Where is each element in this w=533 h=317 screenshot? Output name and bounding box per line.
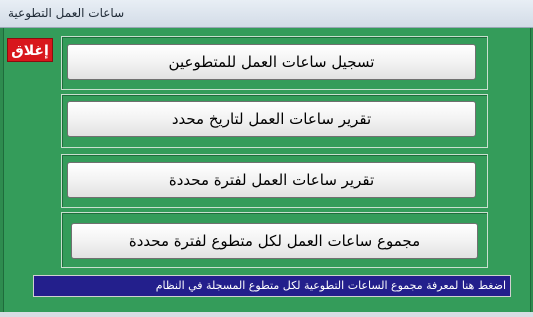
volunteer-total-button[interactable]: مجموع ساعات العمل لكل متطوع لفترة محددة: [71, 223, 478, 259]
date-report-button[interactable]: تقرير ساعات العمل لتاريخ محدد: [67, 101, 476, 137]
period-report-button[interactable]: تقرير ساعات العمل لفترة محددة: [67, 162, 476, 198]
status-bar-link[interactable]: اضغط هنا لمعرفة مجموع الساعات التطوعية ل…: [33, 275, 511, 297]
window-bottom-edge: [0, 312, 533, 317]
close-button[interactable]: إغلاق: [7, 38, 53, 62]
window-title: ساعات العمل التطوعية: [8, 6, 125, 20]
title-bar: ساعات العمل التطوعية: [0, 0, 533, 28]
register-hours-button[interactable]: تسجيل ساعات العمل للمتطوعين: [67, 44, 476, 80]
